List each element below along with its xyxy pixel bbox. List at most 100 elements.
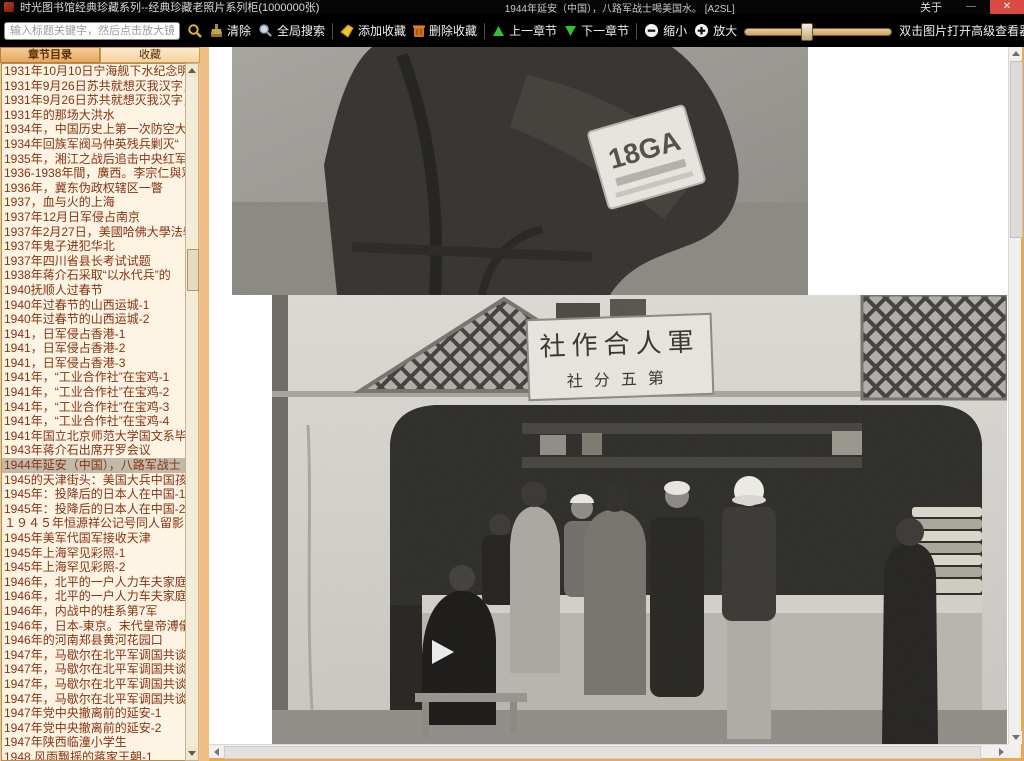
chapter-item[interactable]: 1944年延安（中国），八路军战士 bbox=[2, 458, 185, 473]
close-button[interactable]: ✕ bbox=[990, 0, 1024, 14]
global-search-icon bbox=[258, 23, 273, 38]
viewer-scroll-down-button[interactable] bbox=[1009, 731, 1022, 744]
chapter-item[interactable]: 1937年四川省县长考试试题 bbox=[2, 254, 185, 269]
prev-chapter-icon bbox=[492, 25, 505, 37]
chapter-item[interactable]: 1945年美军代国军接收天津 bbox=[2, 531, 185, 546]
chapter-item[interactable]: 1941，日军侵占香港-2 bbox=[2, 341, 185, 356]
sidebar-scroll-up-button[interactable] bbox=[186, 64, 198, 77]
chapter-item[interactable]: 1934年回族军阀马仲英残兵剿灭“ bbox=[2, 137, 185, 152]
sidebar-splitter[interactable] bbox=[200, 47, 209, 761]
chapter-item[interactable]: 1935年，湘江之战后追击中央红军 bbox=[2, 152, 185, 167]
chapter-item[interactable]: 1941年国立北京师范大学国文系毕 bbox=[2, 429, 185, 444]
chapter-item[interactable]: 1931年的那场大洪水 bbox=[2, 108, 185, 123]
chapter-item[interactable]: 1947年，马歇尔在北平军调国共谈 bbox=[2, 692, 185, 707]
window-title: 时光图书馆经典珍藏系列--经典珍藏老照片系列柜(1000000张) bbox=[20, 0, 319, 15]
sidebar-tabs: 章节目录 收藏 bbox=[0, 47, 200, 63]
sidebar-scroll-thumb[interactable] bbox=[187, 249, 199, 291]
chapter-item[interactable]: 1931年10月10日宁海舰下水纪念明 bbox=[2, 64, 185, 79]
chapter-item[interactable]: 1940年过春节的山西运城-1 bbox=[2, 298, 185, 313]
chapter-item[interactable]: 1940抚顺人过春节 bbox=[2, 283, 185, 298]
chapter-item[interactable]: 1945年上海罕见彩照-2 bbox=[2, 560, 185, 575]
about-button[interactable]: 关于 bbox=[920, 0, 942, 15]
chapter-item[interactable]: 1948,风雨飘摇的蒋家王朝-1 bbox=[2, 750, 185, 761]
zoom-in-label: 放大 bbox=[713, 22, 737, 39]
tab-favorites[interactable]: 收藏 bbox=[100, 47, 200, 63]
chapter-item[interactable]: 1947年，马歇尔在北平军调国共谈 bbox=[2, 662, 185, 677]
chapter-item[interactable]: 1941年，“工业合作社”在宝鸡-2 bbox=[2, 385, 185, 400]
titlebar: 时光图书馆经典珍藏系列--经典珍藏老照片系列柜(1000000张) 1944年延… bbox=[0, 0, 1024, 14]
chapter-item[interactable]: 1937年鬼子进犯华北 bbox=[2, 239, 185, 254]
scroll-down-icon bbox=[1012, 735, 1020, 740]
chapter-list: 1931年10月10日宁海舰下水纪念明1931年9月26日苏共就想灭我汉字，19… bbox=[1, 63, 185, 761]
chapter-item[interactable]: 1931年9月26日苏共就想灭我汉字， bbox=[2, 93, 185, 108]
toolbar-separator bbox=[484, 23, 485, 39]
chapter-item[interactable]: 1940年过春节的山西运城-2 bbox=[2, 312, 185, 327]
app-logo-icon bbox=[4, 2, 14, 12]
chapter-item[interactable]: 1938年蒋介石采取“以水代兵”的 bbox=[2, 268, 185, 283]
chapter-item[interactable]: 1945年上海罕见彩照-1 bbox=[2, 546, 185, 561]
chapter-item[interactable]: 1947年陕西临潼小学生 bbox=[2, 735, 185, 750]
next-chapter-button[interactable]: 下一章节 bbox=[564, 22, 629, 39]
toolbar-separator bbox=[332, 23, 333, 39]
chapter-item[interactable]: 1937年12月日军侵占南京 bbox=[2, 210, 185, 225]
chapter-item[interactable]: 1947年党中央撤离前的延安-2 bbox=[2, 721, 185, 736]
prev-chapter-button[interactable]: 上一章节 bbox=[492, 22, 557, 39]
chapter-item[interactable]: 1945年：投降后的日本人在中国-2 bbox=[2, 502, 185, 517]
clear-button[interactable]: 清除 bbox=[210, 22, 251, 39]
zoom-out-label: 缩小 bbox=[663, 22, 687, 39]
chapter-item[interactable]: 1946年，内战中的桂系第7军 bbox=[2, 604, 185, 619]
scroll-down-icon bbox=[188, 751, 196, 756]
viewer-hint-label: 双击图片打开高级查看器 bbox=[899, 22, 1024, 39]
photo-coop-kiosk[interactable]: 社作合人軍 社分五第 bbox=[272, 295, 1007, 744]
sidebar-scroll-down-button[interactable] bbox=[186, 747, 198, 760]
scroll-left-icon bbox=[214, 748, 219, 756]
chapter-item[interactable]: 1945年：投降后的日本人在中国-1 bbox=[2, 487, 185, 502]
toolbar-separator bbox=[636, 23, 637, 39]
viewer-scroll-left-button[interactable] bbox=[209, 745, 223, 758]
chapter-item[interactable]: 1943年蒋介石出席开罗会议 bbox=[2, 443, 185, 458]
sidebar-scrollbar[interactable] bbox=[185, 63, 199, 761]
minimize-button[interactable]: — bbox=[958, 0, 984, 14]
next-chapter-label: 下一章节 bbox=[581, 22, 629, 39]
zoom-slider[interactable] bbox=[744, 23, 892, 39]
global-search-button[interactable]: 全局搜索 bbox=[258, 22, 325, 39]
chapter-item[interactable]: 1934年，中国历史上第一次防空大 bbox=[2, 122, 185, 137]
zoom-out-button[interactable]: 缩小 bbox=[644, 22, 687, 39]
delete-favorite-label: 删除收藏 bbox=[429, 22, 477, 39]
delete-favorite-button[interactable]: 删除收藏 bbox=[413, 22, 477, 39]
zoom-in-button[interactable]: 放大 bbox=[694, 22, 737, 39]
search-input[interactable] bbox=[4, 22, 180, 40]
chapter-item[interactable]: 1946年，日本-東京。末代皇帝溥儀 bbox=[2, 619, 185, 634]
chapter-item[interactable]: 1936年，冀东伪政权辖区一瞥 bbox=[2, 181, 185, 196]
photo-armband[interactable]: 18GA bbox=[232, 47, 808, 295]
tab-chapter-catalog[interactable]: 章节目录 bbox=[0, 47, 100, 63]
chapter-item[interactable]: 1941年，“工业合作社”在宝鸡-4 bbox=[2, 414, 185, 429]
chapter-item[interactable]: 1937年2月27日，美國哈佛大學法學 bbox=[2, 225, 185, 240]
chapter-item[interactable]: 1941，日军侵占香港-3 bbox=[2, 356, 185, 371]
chapter-item[interactable]: 1941年，“工业合作社”在宝鸡-3 bbox=[2, 400, 185, 415]
viewer-vertical-scrollbar[interactable] bbox=[1008, 47, 1021, 744]
chapter-item[interactable]: １９４５年恒源祥公记号同人留影 bbox=[2, 516, 185, 531]
chapter-item[interactable]: 1946年的河南郑县黄河花园口 bbox=[2, 633, 185, 648]
chapter-item[interactable]: 1941，日军侵占香港-1 bbox=[2, 327, 185, 342]
chapter-item[interactable]: 1937，血与火的上海 bbox=[2, 195, 185, 210]
viewer-scroll-up-button[interactable] bbox=[1009, 47, 1022, 60]
chapter-item[interactable]: 1941年，“工业合作社”在宝鸡-1 bbox=[2, 370, 185, 385]
viewer-horizontal-thumb[interactable] bbox=[224, 746, 981, 759]
search-icon[interactable] bbox=[187, 23, 203, 39]
add-favorite-label: 添加收藏 bbox=[358, 22, 406, 39]
chapter-item[interactable]: 1947年，马歇尔在北平军调国共谈 bbox=[2, 648, 185, 663]
chapter-item[interactable]: 1945的天津街头：美国大兵中国孩 bbox=[2, 473, 185, 488]
add-favorite-button[interactable]: 添加收藏 bbox=[340, 22, 406, 39]
scroll-right-icon bbox=[999, 748, 1004, 756]
viewer-horizontal-scrollbar[interactable] bbox=[209, 744, 1008, 758]
chapter-item[interactable]: 1947年，马歇尔在北平军调国共谈 bbox=[2, 677, 185, 692]
zoom-slider-thumb[interactable] bbox=[801, 23, 813, 41]
viewer-vertical-thumb[interactable] bbox=[1010, 61, 1023, 238]
chapter-item[interactable]: 1947年党中央撤离前的延安-1 bbox=[2, 706, 185, 721]
chapter-item[interactable]: 1931年9月26日苏共就想灭我汉字， bbox=[2, 79, 185, 94]
chapter-item[interactable]: 1946年，北平的一户人力车夫家庭- bbox=[2, 589, 185, 604]
chapter-item[interactable]: 1936-1938年間，廣西。李宗仁與眾 bbox=[2, 166, 185, 181]
chapter-item[interactable]: 1946年，北平的一户人力车夫家庭- bbox=[2, 575, 185, 590]
viewer-scroll-right-button[interactable] bbox=[994, 745, 1008, 758]
